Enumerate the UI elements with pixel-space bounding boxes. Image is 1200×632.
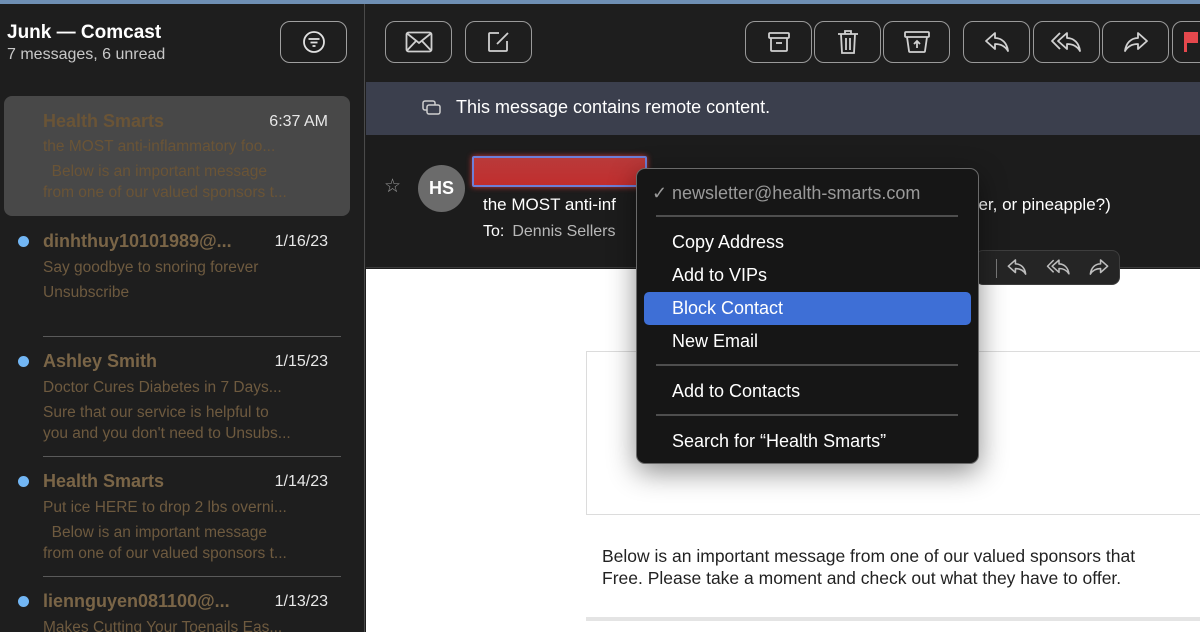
body-divider xyxy=(586,617,1200,621)
sender-address: newsletter@health-smarts.com xyxy=(672,183,921,203)
sender-avatar: HS xyxy=(418,165,465,212)
message-list-item[interactable]: dinhthuy10101989@... 1/16/23 Say goodbye… xyxy=(4,226,350,336)
recipient-line: To: Dennis Sellers xyxy=(483,223,616,241)
reply-button[interactable] xyxy=(963,21,1030,63)
menu-separator xyxy=(656,215,958,217)
message-preview: Below is an important message xyxy=(43,163,267,180)
message-subject: Makes Cutting Your Toenails Eas... xyxy=(43,619,283,632)
message-date: 1/16/23 xyxy=(274,233,328,250)
get-mail-button[interactable] xyxy=(385,21,452,63)
message-sender: liennguyen081100@... xyxy=(43,591,230,611)
tray-upload-icon xyxy=(903,31,930,53)
envelope-icon xyxy=(405,31,432,53)
remote-content-text: This message contains remote content. xyxy=(456,97,771,117)
filter-button[interactable] xyxy=(280,21,347,63)
reply-icon[interactable] xyxy=(1006,257,1028,277)
mailbox-title: Junk — Comcast xyxy=(7,22,162,43)
archive-icon xyxy=(767,32,790,52)
inline-actions-bar xyxy=(975,250,1120,285)
message-list-sidebar: Junk — Comcast 7 messages, 6 unread Heal… xyxy=(0,4,365,632)
menu-separator xyxy=(656,414,958,416)
trash-icon xyxy=(837,30,858,54)
unread-indicator xyxy=(18,596,29,607)
message-subject: Put ice HERE to drop 2 lbs overni... xyxy=(43,499,287,516)
message-subject-start: the MOST anti-inf xyxy=(483,195,616,214)
mailbox-count: 7 messages, 6 unread xyxy=(7,46,166,63)
message-list-item[interactable]: Ashley Smith 1/15/23 Doctor Cures Diabet… xyxy=(4,346,350,456)
list-separator xyxy=(43,336,341,337)
to-label: To: xyxy=(483,223,505,240)
menu-item-search-sender[interactable]: Search for “Health Smarts” xyxy=(644,425,971,458)
flag-icon xyxy=(1184,32,1198,52)
message-date: 1/15/23 xyxy=(274,353,328,370)
menu-item-add-to-contacts[interactable]: Add to Contacts xyxy=(644,375,971,408)
message-sender: Health Smarts xyxy=(43,471,165,491)
remote-content-banner: This message contains remote content. xyxy=(366,82,1200,135)
list-separator xyxy=(43,456,341,457)
message-sender: Ashley Smith xyxy=(43,351,158,371)
menu-item-block-contact[interactable]: Block Contact xyxy=(644,292,971,325)
menu-item-new-email[interactable]: New Email xyxy=(644,325,971,358)
body-paragraph: Below is an important message from one o… xyxy=(602,545,1135,589)
forward-button[interactable] xyxy=(1102,21,1169,63)
actions-divider xyxy=(996,259,997,278)
reply-all-icon[interactable] xyxy=(1046,257,1072,277)
trash-button[interactable] xyxy=(814,21,881,63)
menu-separator xyxy=(656,364,958,366)
message-preview: from one of our valued sponsors t... xyxy=(43,184,287,201)
reply-icon xyxy=(984,32,1009,52)
body-line: Below is an important message from one o… xyxy=(602,546,1136,566)
forward-icon[interactable] xyxy=(1088,257,1110,277)
message-preview: Unsubscribe xyxy=(43,284,130,301)
message-toolbar xyxy=(366,4,1200,82)
reply-all-button[interactable] xyxy=(1033,21,1100,63)
flag-button[interactable] xyxy=(1172,21,1200,63)
compose-icon xyxy=(487,32,509,52)
checkmark-icon: ✓ xyxy=(652,183,668,203)
message-sender: dinhthuy10101989@... xyxy=(43,231,232,251)
message-date: 1/13/23 xyxy=(274,593,328,610)
message-preview: you and you don't need to Unsubs... xyxy=(43,425,291,442)
menu-sender-address: ✓ newsletter@health-smarts.com xyxy=(644,177,971,210)
move-to-junk-button[interactable] xyxy=(883,21,950,63)
reply-all-icon xyxy=(1050,32,1081,52)
unread-indicator xyxy=(18,236,29,247)
message-date: 1/14/23 xyxy=(274,473,328,490)
sender-context-menu: ✓ newsletter@health-smarts.com Copy Addr… xyxy=(636,168,979,464)
message-preview: from one of our valued sponsors t... xyxy=(43,545,287,562)
message-sender: Health Smarts xyxy=(43,111,165,131)
message-subject: Doctor Cures Diabetes in 7 Days... xyxy=(43,379,282,396)
message-subject: the MOST anti-inflammatory foo... xyxy=(43,138,276,155)
unread-indicator xyxy=(18,476,29,487)
filter-icon xyxy=(302,31,325,53)
message-list-item[interactable]: liennguyen081100@... 1/13/23 Makes Cutti… xyxy=(4,586,350,632)
message-subject: Say goodbye to snoring forever xyxy=(43,259,259,276)
unread-indicator xyxy=(18,356,29,367)
star-icon[interactable]: ☆ xyxy=(384,175,401,198)
archive-button[interactable] xyxy=(745,21,812,63)
remote-content-icon xyxy=(422,100,441,115)
message-list-item[interactable]: Health Smarts 1/14/23 Put ice HERE to dr… xyxy=(4,466,350,576)
sender-name-redacted[interactable] xyxy=(472,156,647,187)
message-date: 6:37 AM xyxy=(269,113,328,130)
menu-item-add-to-vips[interactable]: Add to VIPs xyxy=(644,259,971,292)
recipient-name[interactable]: Dennis Sellers xyxy=(512,223,615,240)
compose-button[interactable] xyxy=(465,21,532,63)
body-line: Free. Please take a moment and check out… xyxy=(602,568,1122,588)
forward-icon xyxy=(1123,32,1148,52)
list-separator xyxy=(43,576,341,577)
menu-item-copy-address[interactable]: Copy Address xyxy=(644,226,971,259)
message-subject-end: ber, or pineapple?) xyxy=(969,195,1111,214)
message-preview: Below is an important message xyxy=(43,524,267,541)
message-list-item[interactable]: Health Smarts 6:37 AM the MOST anti-infl… xyxy=(4,96,350,216)
message-preview: Sure that our service is helpful to xyxy=(43,404,269,421)
